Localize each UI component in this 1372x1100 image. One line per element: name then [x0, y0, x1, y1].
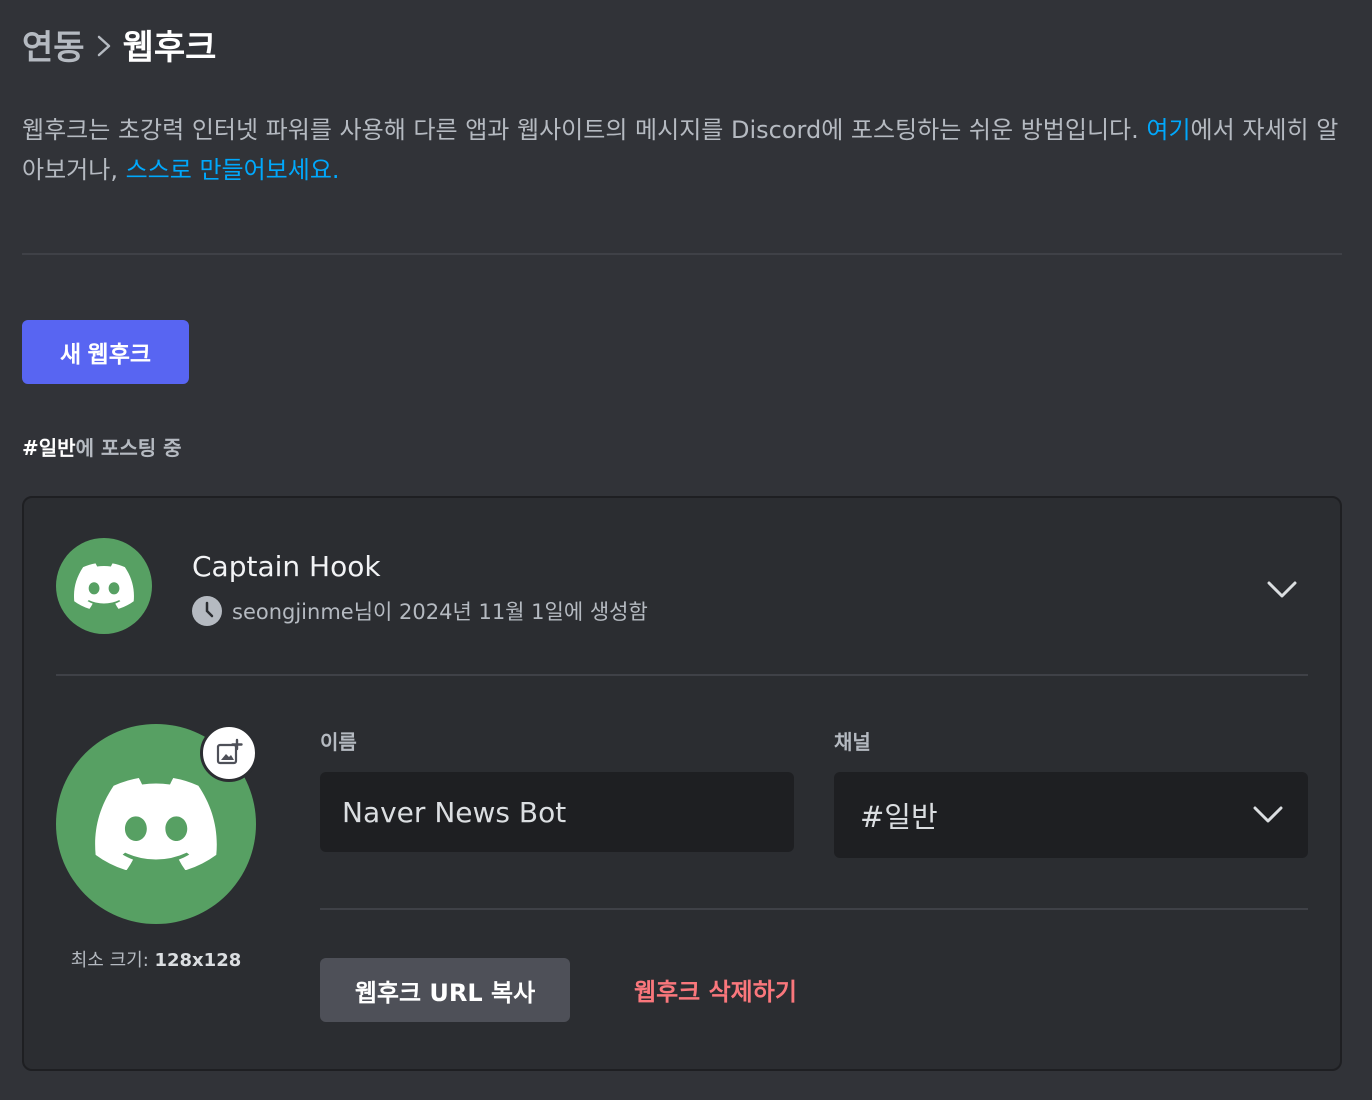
- divider: [320, 908, 1308, 910]
- description: 웹후크는 초강력 인터넷 파워를 사용해 다른 앱과 웹사이트의 메시지를 Di…: [22, 110, 1342, 190]
- webhook-avatar-small[interactable]: [56, 538, 152, 634]
- breadcrumb: 연동 웹후크: [22, 20, 216, 69]
- description-text: 웹후크는 초강력 인터넷 파워를 사용해 다른 앱과 웹사이트의 메시지를 Di…: [22, 116, 1147, 144]
- breadcrumb-parent[interactable]: 연동: [22, 20, 85, 69]
- chevron-down-icon: [1253, 806, 1283, 823]
- discord-logo-icon: [95, 778, 217, 870]
- channel-field-label: 채널: [834, 730, 871, 754]
- webhook-created-text: seongjinme님이 2024년 11월 1일에 생성함: [232, 600, 648, 624]
- clock-icon: [192, 596, 222, 626]
- webhook-name-input[interactable]: [320, 772, 794, 852]
- webhook-card: Captain Hook seongjinme님이 2024년 11월 1일에 …: [22, 496, 1342, 1071]
- divider: [22, 253, 1342, 255]
- new-webhook-button[interactable]: 새 웹후크: [22, 320, 189, 384]
- divider: [56, 674, 1308, 676]
- min-size-hint: 최소 크기: 128x128: [56, 946, 256, 972]
- copy-webhook-url-button[interactable]: 웹후크 URL 복사: [320, 958, 570, 1022]
- webhooks-page: 연동 웹후크 웹후크는 초강력 인터넷 파워를 사용해 다른 앱과 웹사이트의 …: [0, 0, 1372, 1100]
- channel-select-value: #일반: [860, 800, 938, 834]
- learn-more-link[interactable]: 여기: [1146, 116, 1190, 144]
- chevron-down-icon[interactable]: [1264, 572, 1300, 608]
- add-image-icon[interactable]: [200, 724, 258, 782]
- name-field-label: 이름: [320, 730, 357, 754]
- posting-channel-name: #일반: [22, 436, 76, 460]
- webhook-name: Captain Hook: [192, 550, 381, 583]
- webhook-meta: seongjinme님이 2024년 11월 1일에 생성함: [192, 596, 648, 626]
- posting-suffix: 에 포스팅 중: [75, 436, 182, 460]
- min-size-label: 최소 크기:: [70, 950, 155, 971]
- chevron-right-icon: [93, 23, 115, 67]
- page-title: 웹후크: [122, 28, 217, 68]
- discord-logo-icon: [74, 563, 134, 609]
- min-size-value: 128x128: [154, 950, 242, 971]
- channel-select[interactable]: #일반: [834, 772, 1308, 858]
- delete-webhook-button[interactable]: 웹후크 삭제하기: [634, 972, 797, 1007]
- posting-channel-label: #일반에 포스팅 중: [22, 432, 182, 461]
- build-your-own-link[interactable]: 스스로 만들어보세요.: [126, 156, 340, 184]
